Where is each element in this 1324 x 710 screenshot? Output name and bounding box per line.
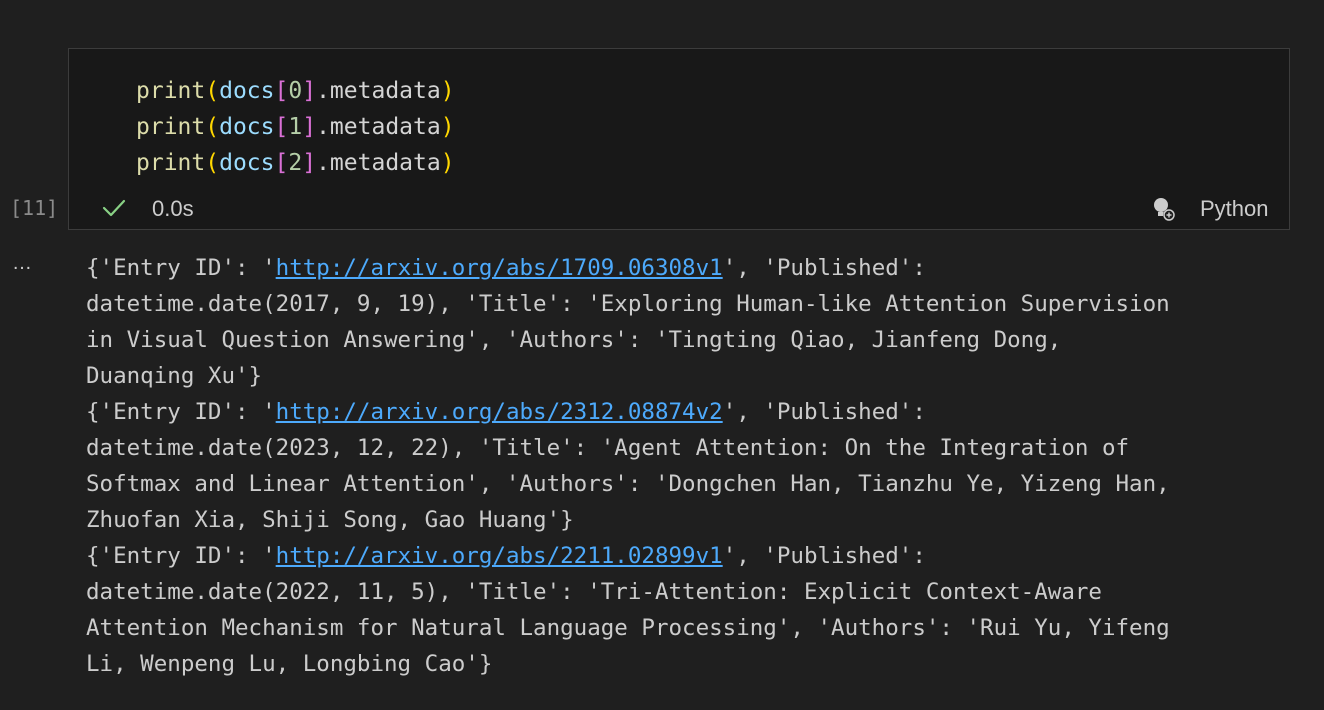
cell-output: {'Entry ID': 'http://arxiv.org/abs/1709.… bbox=[86, 250, 1286, 682]
code-line: print(docs[0].metadata) bbox=[136, 78, 455, 104]
arxiv-link[interactable]: http://arxiv.org/abs/2312.08874v2 bbox=[276, 399, 723, 425]
code-cell[interactable]: print(docs[0].metadata) print(docs[1].me… bbox=[68, 48, 1290, 230]
output-line: datetime.date(2022, 11, 5), 'Title': 'Tr… bbox=[86, 579, 1102, 605]
output-line: Zhuofan Xia, Shiji Song, Gao Huang'} bbox=[86, 507, 574, 533]
output-line: {'Entry ID': 'http://arxiv.org/abs/1709.… bbox=[86, 255, 926, 281]
code-editor[interactable]: print(docs[0].metadata) print(docs[1].me… bbox=[136, 73, 455, 181]
output-line: Attention Mechanism for Natural Language… bbox=[86, 615, 1170, 641]
notebook-page: print(docs[0].metadata) print(docs[1].me… bbox=[0, 0, 1324, 710]
output-line: Li, Wenpeng Lu, Longbing Cao'} bbox=[86, 651, 493, 677]
output-line: datetime.date(2023, 12, 22), 'Title': 'A… bbox=[86, 435, 1130, 461]
output-line: {'Entry ID': 'http://arxiv.org/abs/2211.… bbox=[86, 543, 926, 569]
output-line: datetime.date(2017, 9, 19), 'Title': 'Ex… bbox=[86, 291, 1170, 317]
code-line: print(docs[2].metadata) bbox=[136, 150, 455, 176]
output-line: Duanqing Xu'} bbox=[86, 363, 263, 389]
output-line: in Visual Question Answering', 'Authors'… bbox=[86, 327, 1062, 353]
output-line: {'Entry ID': 'http://arxiv.org/abs/2312.… bbox=[86, 399, 926, 425]
check-icon bbox=[102, 199, 126, 217]
execution-time: 0.0s bbox=[152, 196, 194, 221]
code-line: print(docs[1].metadata) bbox=[136, 114, 455, 140]
execution-count: [11] bbox=[10, 196, 59, 220]
kernel-language-label[interactable]: Python bbox=[1200, 196, 1269, 222]
output-more-actions-icon[interactable]: … bbox=[12, 252, 33, 275]
kernel-debug-icon[interactable] bbox=[1150, 195, 1178, 223]
output-line: Softmax and Linear Attention', 'Authors'… bbox=[86, 471, 1170, 497]
arxiv-link[interactable]: http://arxiv.org/abs/2211.02899v1 bbox=[276, 543, 723, 569]
arxiv-link[interactable]: http://arxiv.org/abs/1709.06308v1 bbox=[276, 255, 723, 281]
